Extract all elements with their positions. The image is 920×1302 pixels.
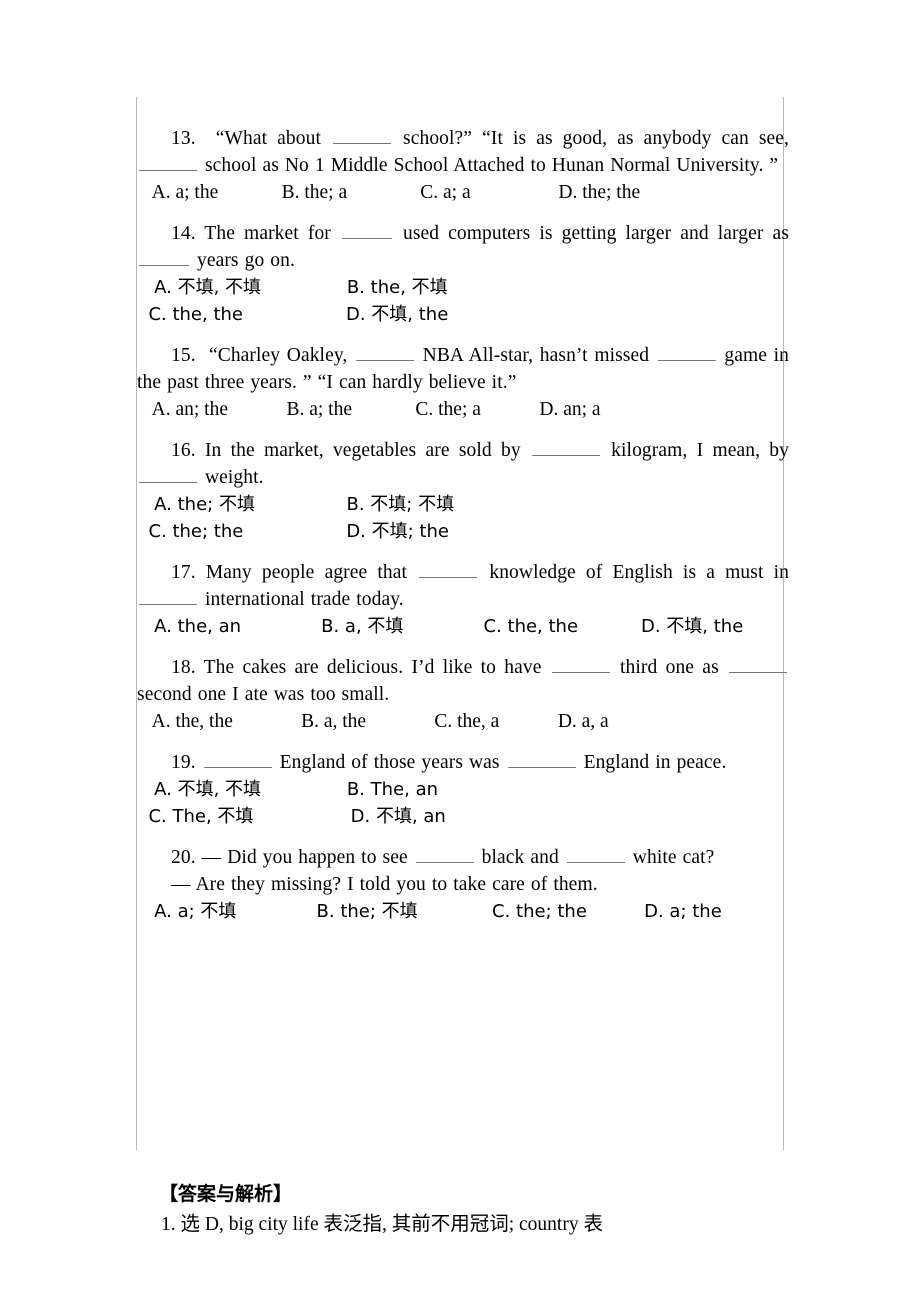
options-16-line2: C. the; the D. 不填; the	[137, 521, 449, 542]
stem-part-a: — Did you happen to see	[201, 847, 414, 868]
stem-part-a: The market for	[204, 223, 340, 244]
stem-part-a: “Charley Oakley,	[208, 345, 355, 366]
question-number-18: 18.	[171, 657, 196, 678]
question-stem-18: 18. The cakes are delicious. I’d like to…	[137, 654, 789, 708]
stem-part-a: Many people agree that	[205, 562, 418, 583]
options-18: A. the, the B. a, the C. the, a D. a, a	[137, 711, 609, 732]
options-15: A. an; the B. a; the C. the; a D. an; a	[137, 399, 601, 420]
options-13: A. a; the B. the; a C. a; a D. the; the	[137, 182, 641, 203]
stem-part-b: school?” “It is as good, as anybody can …	[393, 128, 790, 149]
blank-underline	[551, 657, 610, 673]
stem-part-c: England in peace.	[577, 752, 727, 773]
answer-key-title: 【答案与解析】	[159, 1183, 293, 1205]
stem-part-b: knowledge of English is a must in	[479, 562, 789, 583]
question-number-15: 15.	[171, 345, 196, 366]
question-stem-17: 17. Many people agree that knowledge of …	[137, 559, 789, 613]
options-17: A. the, an B. a, 不填 C. the, the D. 不填, t…	[137, 616, 744, 637]
blank-underline	[139, 467, 197, 483]
question-stem-20: 20. — Did you happen to see black and wh…	[137, 844, 789, 871]
question-stem-20-line2: — Are they missing? I told you to take c…	[171, 874, 598, 895]
stem-part-c: international trade today.	[199, 589, 404, 610]
options-16-line1: A. the; 不填 B. 不填; 不填	[137, 494, 455, 515]
answer-key-line-1: 1. 选 D, big city life 表泛指, 其前不用冠词; count…	[161, 1214, 603, 1235]
question-stem-19: 19. England of those years was England i…	[137, 749, 789, 776]
question-stem-15: 15. “Charley Oakley, NBA All-star, hasn’…	[137, 342, 789, 396]
question-block-18: 18. The cakes are delicious. I’d like to…	[137, 654, 789, 735]
stem-part-b: used computers is getting larger and lar…	[393, 223, 789, 244]
blank-underline	[341, 223, 392, 239]
question-number-14: 14.	[171, 223, 196, 244]
blank-underline	[729, 657, 788, 673]
stem-part-b: kilogram, I mean, by	[601, 440, 789, 461]
blank-underline	[531, 440, 600, 456]
blank-underline	[419, 562, 478, 578]
question-block-19: 19. England of those years was England i…	[137, 749, 789, 830]
options-19-line2: C. The, 不填 D. 不填, an	[137, 806, 446, 827]
stem-part-b: England of those years was	[273, 752, 506, 773]
options-14-line2: C. the, the D. 不填, the	[137, 304, 449, 325]
answer-key-section: 【答案与解析】 1. 选 D, big city life 表泛指, 其前不用冠…	[155, 1180, 815, 1239]
question-number-19: 19.	[171, 752, 196, 773]
question-block-20: 20. — Did you happen to see black and wh…	[137, 844, 789, 925]
blank-underline	[139, 250, 189, 266]
question-stem-16: 16. In the market, vegetables are sold b…	[137, 437, 789, 491]
question-number-20: 20.	[171, 847, 196, 868]
stem-part-c: school as No 1 Middle School Attached to…	[199, 155, 779, 176]
stem-part-c: white cat?	[626, 847, 715, 868]
stem-part-b: NBA All-star, hasn’t missed	[416, 345, 656, 366]
document-body: 13. “What about school?” “It is as good,…	[137, 125, 789, 939]
blank-underline	[657, 345, 716, 361]
options-19-line1: A. 不填, 不填 B. The, an	[137, 779, 439, 800]
question-stem-14: 14. The market for used computers is get…	[137, 220, 789, 274]
blank-underline	[415, 847, 474, 863]
question-number-16: 16.	[171, 440, 196, 461]
stem-part-c: weight.	[199, 467, 264, 488]
question-block-14: 14. The market for used computers is get…	[137, 220, 789, 328]
stem-part-a: In the market, vegetables are sold by	[204, 440, 530, 461]
blank-underline	[356, 345, 415, 361]
stem-part-b: black and	[475, 847, 565, 868]
blank-underline	[139, 589, 197, 605]
question-block-17: 17. Many people agree that knowledge of …	[137, 559, 789, 640]
stem-part-a: “What about	[215, 128, 332, 149]
question-block-15: 15. “Charley Oakley, NBA All-star, hasn’…	[137, 342, 789, 423]
blank-underline	[203, 752, 272, 768]
stem-part-c: second one I ate was too small.	[137, 684, 390, 705]
blank-underline	[139, 155, 197, 171]
blank-underline	[566, 847, 625, 863]
options-20: A. a; 不填 B. the; 不填 C. the; the D. a; th…	[137, 901, 722, 922]
question-block-13: 13. “What about school?” “It is as good,…	[137, 125, 789, 206]
stem-part-a: The cakes are delicious. I’d like to hav…	[203, 657, 550, 678]
blank-underline	[333, 128, 392, 144]
blank-underline	[507, 752, 576, 768]
stem-part-b: third one as	[611, 657, 728, 678]
question-stem-13: 13. “What about school?” “It is as good,…	[137, 125, 789, 179]
question-block-16: 16. In the market, vegetables are sold b…	[137, 437, 789, 545]
question-number-17: 17.	[171, 562, 196, 583]
question-number-13: 13.	[171, 128, 196, 149]
options-14-line1: A. 不填, 不填 B. the, 不填	[137, 277, 448, 298]
stem-part-c: years go on.	[191, 250, 295, 271]
